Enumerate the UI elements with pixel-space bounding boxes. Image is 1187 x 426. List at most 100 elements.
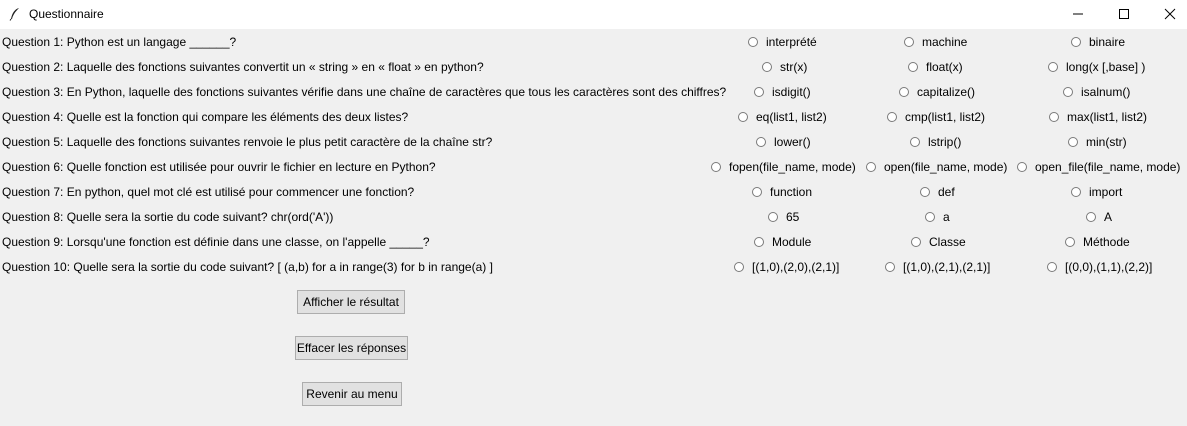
option-label: [(1,0),(2,1),(2,1)] <box>903 260 991 274</box>
back-to-menu-button[interactable]: Revenir au menu <box>302 382 402 406</box>
radio-button[interactable] <box>754 237 764 247</box>
option-label: str(x) <box>780 60 808 74</box>
radio-button[interactable] <box>1017 162 1027 172</box>
option-label: isalnum() <box>1081 85 1131 99</box>
question-label: Question 3: En Python, laquelle des fonc… <box>2 85 727 99</box>
option-label: interprété <box>766 35 817 49</box>
option-label: binaire <box>1089 35 1126 49</box>
answer-option[interactable]: Classe <box>911 235 966 249</box>
feather-icon <box>8 7 22 21</box>
question-label: Question 2: Laquelle des fonctions suiva… <box>2 60 484 74</box>
answer-option[interactable]: [(1,0),(2,0),(2,1)] <box>734 260 839 274</box>
option-label: Méthode <box>1083 235 1130 249</box>
option-label: cmp(list1, list2) <box>905 110 986 124</box>
radio-button[interactable] <box>1086 212 1096 222</box>
answer-option[interactable]: max(list1, list2) <box>1049 110 1147 124</box>
radio-button[interactable] <box>1065 237 1075 247</box>
option-label: open(file_name, mode) <box>884 160 1008 174</box>
answer-option[interactable]: a <box>925 210 950 224</box>
option-label: max(list1, list2) <box>1067 110 1148 124</box>
maximize-button[interactable] <box>1101 0 1147 29</box>
answer-option[interactable]: isalnum() <box>1063 85 1130 99</box>
answer-option[interactable]: open_file(file_name, mode) <box>1017 160 1180 174</box>
radio-button[interactable] <box>754 87 764 97</box>
question-label: Question 5: Laquelle des fonctions suiva… <box>2 135 493 149</box>
option-label: isdigit() <box>772 85 811 99</box>
radio-button[interactable] <box>1068 137 1078 147</box>
answer-option[interactable]: binaire <box>1071 35 1125 49</box>
answer-option[interactable]: str(x) <box>762 60 807 74</box>
close-button[interactable] <box>1147 0 1187 29</box>
option-label: lower() <box>774 135 811 149</box>
close-icon <box>1164 8 1176 20</box>
answer-option[interactable]: open(file_name, mode) <box>866 160 1007 174</box>
answer-option[interactable]: min(str) <box>1068 135 1127 149</box>
radio-button[interactable] <box>748 37 758 47</box>
radio-button[interactable] <box>1071 187 1081 197</box>
answer-option[interactable]: fopen(file_name, mode) <box>711 160 856 174</box>
answer-option[interactable]: float(x) <box>908 60 963 74</box>
answer-option[interactable]: capitalize() <box>899 85 975 99</box>
radio-button[interactable] <box>1048 62 1058 72</box>
option-label: def <box>938 185 955 199</box>
radio-button[interactable] <box>1071 37 1081 47</box>
radio-button[interactable] <box>752 187 762 197</box>
answer-option[interactable]: def <box>920 185 955 199</box>
radio-button[interactable] <box>925 212 935 222</box>
radio-button[interactable] <box>762 62 772 72</box>
radio-button[interactable] <box>904 37 914 47</box>
answer-option[interactable]: interprété <box>748 35 817 49</box>
show-result-button[interactable]: Afficher le résultat <box>297 290 405 314</box>
option-label: machine <box>922 35 968 49</box>
option-label: float(x) <box>926 60 963 74</box>
answer-option[interactable]: machine <box>904 35 967 49</box>
answer-option[interactable]: lstrip() <box>910 135 961 149</box>
radio-button[interactable] <box>911 237 921 247</box>
answer-option[interactable]: [(0,0),(1,1),(2,2)] <box>1047 260 1152 274</box>
answer-option[interactable]: 65 <box>768 210 799 224</box>
radio-button[interactable] <box>908 62 918 72</box>
radio-button[interactable] <box>887 112 897 122</box>
radio-button[interactable] <box>734 262 744 272</box>
answer-option[interactable]: long(x [,base] ) <box>1048 60 1145 74</box>
option-label: capitalize() <box>917 85 976 99</box>
answer-option[interactable]: import <box>1071 185 1122 199</box>
option-label: fopen(file_name, mode) <box>729 160 856 174</box>
radio-button[interactable] <box>738 112 748 122</box>
radio-button[interactable] <box>885 262 895 272</box>
radio-button[interactable] <box>910 137 920 147</box>
option-label: [(0,0),(1,1),(2,2)] <box>1065 260 1153 274</box>
radio-button[interactable] <box>920 187 930 197</box>
answer-option[interactable]: function <box>752 185 812 199</box>
answer-option[interactable]: cmp(list1, list2) <box>887 110 985 124</box>
option-label: lstrip() <box>928 135 962 149</box>
radio-button[interactable] <box>1049 112 1059 122</box>
answer-option[interactable]: Module <box>754 235 811 249</box>
option-label: Module <box>772 235 812 249</box>
answer-option[interactable]: [(1,0),(2,1),(2,1)] <box>885 260 990 274</box>
maximize-icon <box>1119 9 1129 19</box>
radio-button[interactable] <box>768 212 778 222</box>
option-label: A <box>1104 210 1113 224</box>
radio-button[interactable] <box>866 162 876 172</box>
option-label: import <box>1089 185 1123 199</box>
radio-button[interactable] <box>1047 262 1057 272</box>
question-label: Question 10: Quelle sera la sortie du co… <box>2 260 493 274</box>
question-label: Question 1: Python est un langage ______… <box>2 35 237 49</box>
answer-option[interactable]: lower() <box>756 135 811 149</box>
question-label: Question 4: Quelle est la fonction qui c… <box>2 110 409 124</box>
radio-button[interactable] <box>899 87 909 97</box>
option-label: [(1,0),(2,0),(2,1)] <box>752 260 840 274</box>
answer-option[interactable]: A <box>1086 210 1112 224</box>
question-label: Question 7: En python, quel mot clé est … <box>2 185 415 199</box>
minimize-button[interactable] <box>1055 0 1101 29</box>
radio-button[interactable] <box>756 137 766 147</box>
option-label: min(str) <box>1086 135 1127 149</box>
answer-option[interactable]: Méthode <box>1065 235 1130 249</box>
radio-button[interactable] <box>711 162 721 172</box>
answer-option[interactable]: isdigit() <box>754 85 811 99</box>
radio-button[interactable] <box>1063 87 1073 97</box>
option-label: function <box>770 185 813 199</box>
clear-answers-button[interactable]: Effacer les réponses <box>295 336 408 360</box>
answer-option[interactable]: eq(list1, list2) <box>738 110 827 124</box>
